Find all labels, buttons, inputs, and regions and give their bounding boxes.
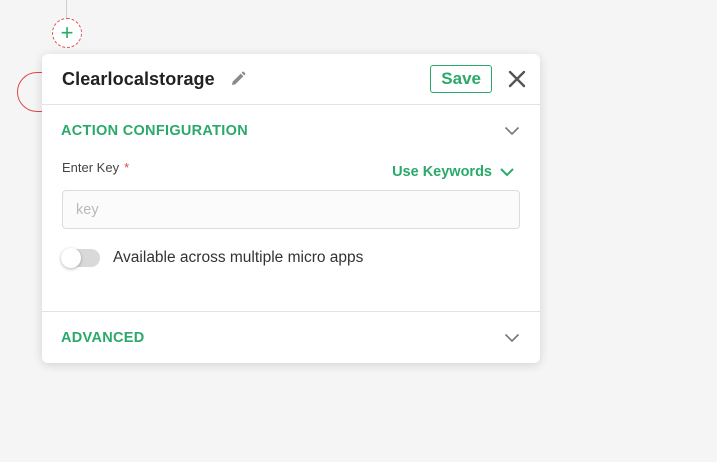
key-field-row: Enter Key * Use Keywords [62, 157, 520, 187]
required-mark: * [124, 160, 130, 175]
action-panel: Clearlocalstorage Save ACTION CONFIGURAT… [42, 54, 540, 363]
panel-header: Clearlocalstorage Save [42, 54, 540, 105]
connector-line [66, 0, 67, 20]
action-configuration-body: Enter Key* Use Keywords Available across… [42, 157, 540, 311]
chevron-down-icon [499, 164, 515, 180]
save-button[interactable]: Save [430, 65, 492, 93]
toggle-knob [61, 248, 81, 268]
enter-key-label: Enter Key * [62, 160, 130, 175]
micro-apps-toggle-label: Available across multiple micro apps [113, 249, 364, 266]
pencil-icon[interactable] [229, 70, 247, 88]
section-title: ACTION CONFIGURATION [61, 123, 248, 139]
chevron-down-icon [504, 123, 520, 139]
section-title: ADVANCED [61, 330, 145, 346]
use-keywords-dropdown[interactable]: Use Keywords [392, 164, 515, 180]
key-input[interactable] [62, 190, 520, 229]
close-icon[interactable] [508, 70, 526, 88]
workflow-canvas: + Clearlocalstorage Save ACTION CONFIGUR… [0, 0, 717, 462]
micro-apps-toggle[interactable] [61, 248, 100, 268]
use-keywords-label: Use Keywords [392, 164, 492, 180]
plus-icon: + [60, 20, 74, 45]
advanced-header[interactable]: ADVANCED [42, 312, 540, 363]
add-step-button[interactable]: + [52, 18, 82, 48]
micro-apps-toggle-row: Available across multiple micro apps [61, 248, 520, 268]
action-configuration-header[interactable]: ACTION CONFIGURATION [42, 105, 540, 157]
panel-title: Clearlocalstorage [62, 68, 215, 89]
chevron-down-icon [504, 330, 520, 346]
